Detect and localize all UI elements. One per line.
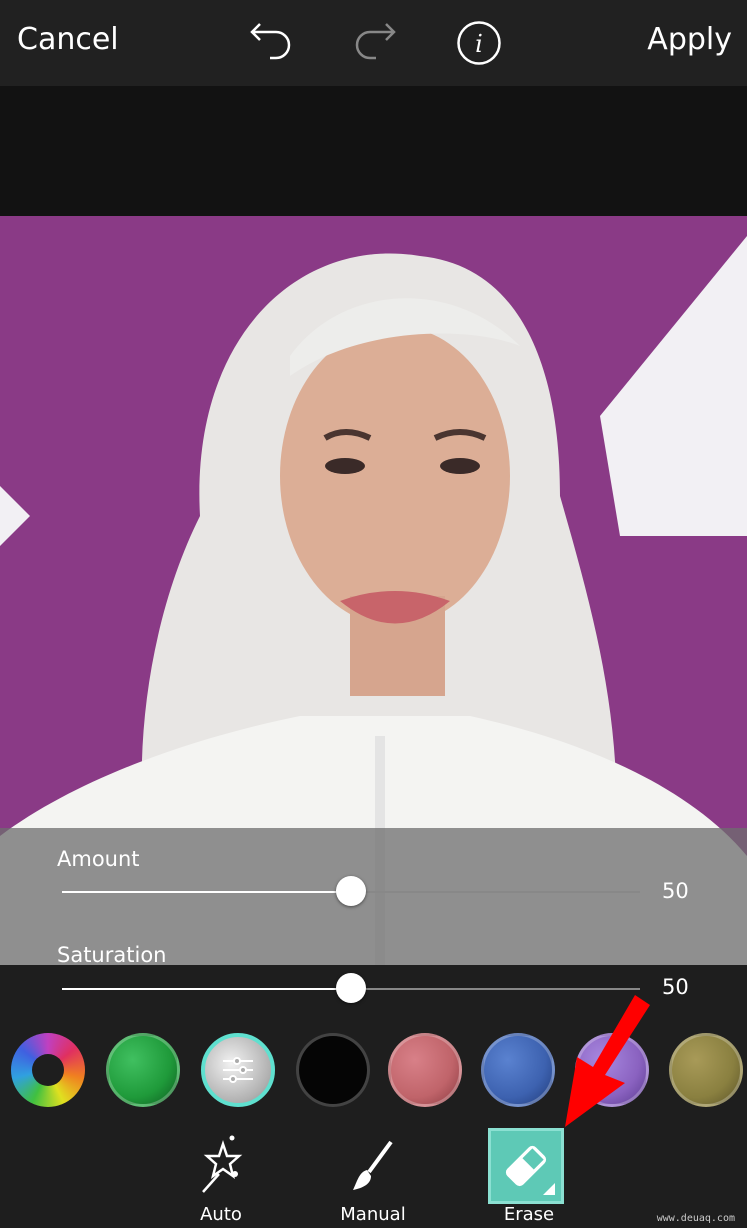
- tool-erase-label: Erase: [503, 1204, 555, 1225]
- amount-label: Amount: [57, 847, 140, 871]
- tool-manual[interactable]: Manual: [335, 1128, 411, 1225]
- saturation-slider[interactable]: [62, 973, 640, 1003]
- swatch-black[interactable]: [296, 1033, 370, 1107]
- magic-wand-icon: [202, 1135, 243, 1193]
- top-bar: Cancel i Apply: [0, 0, 747, 86]
- swatch-color-wheel[interactable]: [11, 1033, 85, 1107]
- amount-slider[interactable]: [62, 876, 640, 906]
- redo-icon[interactable]: [352, 22, 398, 62]
- swatch-olive[interactable]: [669, 1033, 743, 1107]
- saturation-slider-thumb[interactable]: [336, 973, 366, 1003]
- info-icon[interactable]: i: [456, 20, 502, 66]
- swatch-silver-selected[interactable]: [201, 1033, 275, 1107]
- cancel-button[interactable]: Cancel: [17, 22, 119, 57]
- saturation-label: Saturation: [57, 943, 167, 967]
- svg-text:i: i: [475, 30, 483, 58]
- amount-slider-fill: [62, 891, 351, 893]
- swatch-rose[interactable]: [388, 1033, 462, 1107]
- tool-erase-active[interactable]: Erase: [488, 1128, 564, 1225]
- canvas-margin: [0, 86, 747, 216]
- watermark: www.deuaq.com: [656, 1213, 735, 1224]
- apply-button[interactable]: Apply: [647, 22, 732, 57]
- tool-auto[interactable]: Auto: [183, 1128, 259, 1225]
- tool-manual-label: Manual: [340, 1204, 406, 1225]
- swatch-green[interactable]: [106, 1033, 180, 1107]
- swatch-blue[interactable]: [481, 1033, 555, 1107]
- adjust-sliders-icon: [223, 1057, 253, 1083]
- saturation-slider-fill: [62, 988, 351, 990]
- undo-icon[interactable]: [248, 22, 294, 62]
- amount-value: 50: [662, 879, 689, 903]
- tool-auto-label: Auto: [200, 1204, 242, 1225]
- brush-icon: [353, 1140, 393, 1190]
- eraser-icon: [505, 1145, 555, 1195]
- saturation-value: 50: [662, 975, 689, 999]
- annotation-arrow-icon: [565, 995, 650, 1127]
- amount-slider-thumb[interactable]: [336, 876, 366, 906]
